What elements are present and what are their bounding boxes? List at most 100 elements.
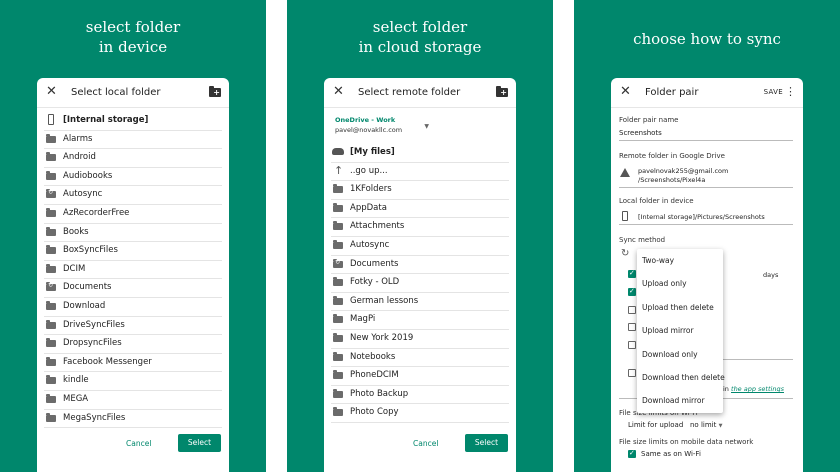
sync-method-option[interactable]: Two-way: [637, 249, 723, 272]
panel-select-remote: select folder in cloud storage ✕ Select …: [287, 0, 553, 472]
list-item[interactable]: Attachments: [331, 218, 509, 237]
list-item-label: DCIM: [63, 263, 86, 274]
list-item-label: MegaSyncFiles: [63, 412, 126, 423]
option-checkbox[interactable]: [628, 306, 636, 314]
sync-method-option[interactable]: Download mirror: [637, 389, 723, 412]
folder-icon: [46, 412, 56, 422]
headline-line-1: select folder: [372, 18, 468, 36]
list-item[interactable]: Photo Backup: [331, 386, 509, 405]
list-item[interactable]: AzRecorderFree: [44, 205, 222, 224]
folder-icon: [333, 388, 343, 398]
account-selector[interactable]: OneDrive - Work pavel@novakllc.com ▼: [335, 116, 505, 144]
list-item[interactable]: MagPi: [331, 311, 509, 330]
list-item[interactable]: Notebooks: [331, 349, 509, 368]
dialog-title: Folder pair: [645, 87, 699, 98]
phone-icon: [622, 211, 628, 221]
list-item[interactable]: MEGA: [44, 391, 222, 410]
google-drive-icon: [620, 168, 630, 177]
list-item[interactable]: Android: [44, 149, 222, 168]
limit-upload-select[interactable]: no limit ▼: [690, 421, 722, 429]
sync-method-option[interactable]: Upload only: [637, 272, 723, 295]
list-item[interactable]: German lessons: [331, 293, 509, 312]
panel-folder-pair: choose how to sync ✕ Folder pair SAVE ⋮ …: [574, 0, 840, 472]
sync-method-option[interactable]: Upload mirror: [637, 319, 723, 342]
close-icon[interactable]: ✕: [620, 85, 631, 99]
select-button[interactable]: Select: [465, 434, 508, 452]
sync-method-option[interactable]: Download only: [637, 343, 723, 366]
dialog-select-local-folder: ✕ Select local folder + [Internal storag…: [37, 78, 229, 472]
list-item[interactable]: Documents: [44, 279, 222, 298]
folder-icon: [333, 221, 343, 231]
account-email: pavel@novakllc.com: [335, 126, 403, 134]
option-checkbox[interactable]: [628, 341, 636, 349]
dialog-toolbar: ✕ Select remote folder +: [324, 78, 516, 108]
cancel-button[interactable]: Cancel: [126, 439, 151, 448]
folder-icon: [333, 239, 343, 249]
list-item[interactable]: Documents: [331, 256, 509, 275]
save-button[interactable]: SAVE: [764, 88, 783, 96]
more-vert-icon[interactable]: ⋮: [785, 86, 796, 98]
create-folder-icon[interactable]: +: [496, 86, 508, 97]
folder-icon: [46, 263, 56, 273]
list-item-label: Autosync: [63, 189, 103, 200]
create-folder-icon[interactable]: +: [209, 86, 221, 97]
dialog-toolbar: ✕ Select local folder +: [37, 78, 229, 108]
list-item[interactable]: AppData: [331, 200, 509, 219]
dropdown-arrow-icon: ▼: [424, 123, 429, 130]
list-item[interactable]: Fotky - OLD: [331, 274, 509, 293]
list-item[interactable]: Facebook Messenger: [44, 354, 222, 373]
list-item[interactable]: Autosync: [44, 186, 222, 205]
sync-icon: ↻: [621, 248, 630, 259]
list-item-label: 1KFolders: [350, 184, 392, 195]
local-path[interactable]: [Internal storage]/Pictures/Screenshots: [638, 213, 765, 221]
close-icon[interactable]: ✕: [333, 85, 344, 99]
remote-path[interactable]: /Screenshots/Pixel4a: [638, 176, 705, 184]
list-item-label: ..go up...: [350, 165, 388, 176]
cancel-button[interactable]: Cancel: [413, 439, 438, 448]
list-item[interactable]: PhoneDCIM: [331, 367, 509, 386]
list-item[interactable]: kindle: [44, 372, 222, 391]
folder-icon: [333, 351, 343, 361]
list-item[interactable]: MegaSyncFiles: [44, 410, 222, 429]
sync-method-option[interactable]: Upload then delete: [637, 296, 723, 319]
list-item-label: Alarms: [63, 133, 93, 144]
list-item[interactable]: ↑ ..go up...: [331, 163, 509, 182]
list-item[interactable]: Alarms: [44, 131, 222, 150]
option-checkbox[interactable]: [628, 287, 636, 296]
list-item[interactable]: BoxSyncFiles: [44, 242, 222, 261]
remote-account[interactable]: pavelnovak255@gmail.com: [638, 167, 728, 175]
synced-folder-icon: [333, 258, 343, 268]
close-icon[interactable]: ✕: [46, 85, 57, 99]
select-button[interactable]: Select: [178, 434, 221, 452]
folder-icon: [46, 152, 56, 162]
same-as-wifi-checkbox[interactable]: [628, 449, 636, 458]
remote-folder-label: Remote folder in Google Drive: [619, 152, 725, 160]
dialog-title: Select remote folder: [358, 87, 461, 98]
list-item[interactable]: Books: [44, 224, 222, 243]
list-item[interactable]: Photo Copy: [331, 404, 509, 423]
app-settings-link[interactable]: the app settings: [731, 385, 784, 393]
option-checkbox[interactable]: [628, 323, 636, 331]
list-item[interactable]: DCIM: [44, 261, 222, 280]
list-item[interactable]: 1KFolders: [331, 181, 509, 200]
list-item[interactable]: Download: [44, 298, 222, 317]
folder-list: [Internal storage] Alarms Android Audiobook…: [44, 112, 222, 429]
sync-method-label: Sync method: [619, 236, 666, 244]
list-item-label: Documents: [63, 282, 112, 293]
list-item[interactable]: DriveSyncFiles: [44, 317, 222, 336]
list-item-label: AppData: [350, 202, 387, 213]
list-item[interactable]: New York 2019: [331, 330, 509, 349]
folder-icon: [333, 295, 343, 305]
list-item[interactable]: Audiobooks: [44, 168, 222, 187]
list-item[interactable]: DropsyncFiles: [44, 335, 222, 354]
option-checkbox[interactable]: [628, 269, 636, 278]
local-folder-label: Local folder in device: [619, 197, 694, 205]
sync-method-option[interactable]: Download then delete: [637, 366, 725, 389]
list-item[interactable]: Autosync: [331, 237, 509, 256]
list-item[interactable]: [My files]: [331, 144, 509, 163]
list-item[interactable]: [Internal storage]: [44, 112, 222, 131]
list-item-label: DriveSyncFiles: [63, 319, 125, 330]
list-item-label: Attachments: [350, 221, 405, 232]
option-checkbox[interactable]: [628, 369, 636, 377]
pair-name-input[interactable]: Screenshots: [619, 129, 662, 137]
